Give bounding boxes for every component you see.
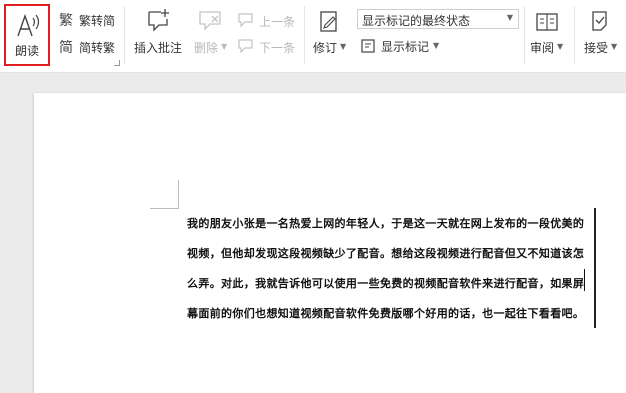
to-simplified-label: 简转繁 — [79, 41, 116, 55]
review-pane-button[interactable]: 审阅 ▼ — [530, 8, 570, 62]
to-traditional-label: 繁转简 — [79, 14, 116, 28]
wps-writer-window: 朗读 繁 繁转简 简 简转繁 插入批注 删除 ▼ 上一条 下一条 修订 ▼ 显示… — [0, 0, 626, 393]
document-paragraph[interactable]: 我的朋友小张是一名热爱上网的年轻人，于是这一天就在网上发布的一段优美的 视频，但… — [187, 209, 597, 329]
accept-icon — [592, 11, 607, 31]
text-cursor — [584, 269, 585, 291]
read-aloud-label: 朗读 — [15, 44, 40, 58]
insert-comment-label: 插入批注 — [134, 41, 183, 55]
previous-comment-icon — [238, 13, 253, 28]
read-aloud-button[interactable]: 朗读 — [4, 4, 50, 66]
traditional-char-icon: 繁 — [59, 13, 73, 29]
show-markup-dropdown-caret[interactable]: ▼ — [433, 41, 439, 50]
group-launcher-icon[interactable] — [114, 60, 120, 66]
separator — [524, 6, 525, 64]
paragraph-line: 么弄。对此，我就告诉他可以使用一些免费的视频配音软件来进行配音，如果屏 — [187, 277, 585, 290]
revision-change-bar — [594, 208, 596, 328]
show-markup-label: 显示标记 — [381, 40, 430, 54]
comment-add-icon — [148, 9, 169, 32]
revise-dropdown-caret[interactable]: ▼ — [340, 42, 346, 51]
simplified-char-icon: 简 — [59, 40, 73, 56]
show-markup-icon — [361, 39, 375, 53]
to-traditional-button[interactable]: 繁 繁转简 — [59, 10, 119, 30]
previous-label: 上一条 — [259, 15, 296, 29]
insert-comment-button[interactable]: 插入批注 — [134, 6, 186, 60]
accept-change-button[interactable]: 接受 ▼ — [584, 8, 626, 62]
previous-comment-button[interactable]: 上一条 — [237, 11, 299, 31]
next-comment-icon — [238, 39, 253, 54]
to-simplified-button[interactable]: 简 简转繁 — [59, 37, 119, 57]
accept-dropdown-caret[interactable]: ▼ — [611, 42, 617, 51]
comment-delete-icon — [199, 11, 221, 31]
document-page[interactable]: 我的朋友小张是一名热爱上网的年轻人，于是这一天就在网上发布的一段优美的 视频，但… — [34, 93, 626, 393]
review-dropdown-caret[interactable]: ▼ — [557, 42, 563, 51]
track-changes-icon — [320, 11, 337, 32]
revise-label: 修订 — [313, 41, 338, 55]
review-label: 审阅 — [530, 41, 555, 55]
next-comment-button[interactable]: 下一条 — [237, 37, 299, 57]
delete-label: 删除 — [194, 41, 219, 55]
chevron-down-icon: ▼ — [506, 13, 513, 22]
paragraph-line: 我的朋友小张是一名热爱上网的年轻人，于是这一天就在网上发布的一段优美的 — [187, 217, 585, 230]
show-markup-button[interactable]: 显示标记 ▼ — [361, 37, 443, 57]
delete-dropdown-caret[interactable]: ▼ — [221, 42, 227, 51]
markup-mode-select[interactable]: 显示标记的最终状态 ▼ — [357, 9, 519, 29]
next-label: 下一条 — [259, 41, 296, 55]
page-margin-marker — [150, 180, 179, 209]
separator — [304, 6, 305, 64]
separator — [574, 6, 575, 64]
review-ribbon: 朗读 繁 繁转简 简 简转繁 插入批注 删除 ▼ 上一条 下一条 修订 ▼ 显示… — [0, 0, 626, 73]
paragraph-line: 幕面前的你们也想知道视频配音软件免费版哪个好用的话，也一起往下看看吧。 — [187, 307, 585, 320]
accept-label: 接受 — [584, 41, 609, 55]
document-canvas[interactable]: 我的朋友小张是一名热爱上网的年轻人，于是这一天就在网上发布的一段优美的 视频，但… — [0, 73, 626, 393]
paragraph-line: 视频，但他却发现这段视频缺少了配音。想给这段视频进行配音但又不知道该怎 — [187, 247, 585, 260]
delete-comment-button[interactable]: 删除 ▼ — [192, 6, 232, 60]
review-pane-icon — [536, 13, 558, 31]
track-changes-button[interactable]: 修订 ▼ — [313, 8, 353, 62]
read-aloud-icon — [17, 13, 40, 37]
markup-mode-value: 显示标记的最终状态 — [362, 14, 471, 28]
separator — [124, 6, 125, 64]
